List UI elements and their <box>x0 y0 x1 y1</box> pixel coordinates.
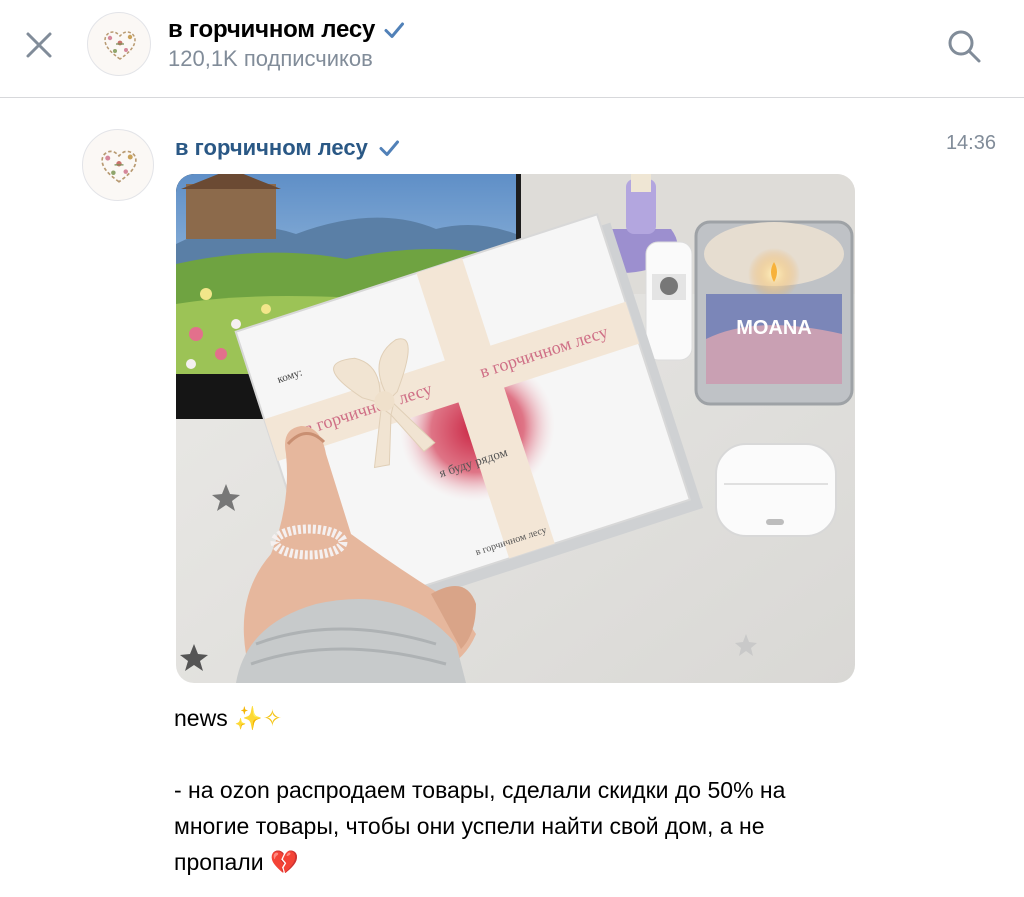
heart-wreath-logo-icon <box>101 150 137 183</box>
close-button[interactable] <box>22 28 56 62</box>
candle-label: MOANA <box>736 317 812 339</box>
post-author-avatar[interactable] <box>82 129 154 201</box>
verified-checkmark-icon <box>379 140 399 156</box>
post-text-line: - на ozon распродаем товары, сделали ски… <box>174 777 786 803</box>
post-text-line: многие товары, чтобы они успели найти св… <box>174 813 765 839</box>
post-timestamp: 14:36 <box>945 132 996 154</box>
post-text-word: пропали <box>174 849 264 875</box>
verified-checkmark-icon <box>384 22 405 38</box>
close-icon <box>26 32 52 58</box>
header-title-row: в горчичном лесу <box>168 14 405 46</box>
post-author-row[interactable]: в горчичном лесу <box>175 133 400 163</box>
search-icon <box>948 30 981 63</box>
heart-wreath-logo-icon <box>104 31 136 60</box>
community-title: в горчичном лесу <box>168 16 376 43</box>
sparkles-emoji-icon: ✨✧ <box>234 705 283 731</box>
lip-balm <box>645 241 693 361</box>
subscribers-count: 120,1K подписчиков <box>168 46 373 71</box>
post-photo[interactable]: MOANA в горчичном лесу в горчичном лесу … <box>176 174 855 683</box>
broken-heart-emoji-icon: 💔 <box>269 849 299 875</box>
candle-tin: MOANA <box>694 220 854 406</box>
post-text: news ✨✧ - на ozon распродаем товары, сде… <box>174 700 894 880</box>
earbuds-case <box>715 443 837 537</box>
post-text-line: пропали 💔 <box>174 844 894 880</box>
post-author-name[interactable]: в горчичном лесу <box>175 135 368 161</box>
post-text-news: news <box>174 705 228 731</box>
community-header: в горчичном лесу 120,1K подписчиков <box>0 0 1024 98</box>
post-text-line: news ✨✧ <box>174 700 894 736</box>
community-avatar[interactable] <box>87 12 151 76</box>
search-button[interactable] <box>944 26 984 66</box>
